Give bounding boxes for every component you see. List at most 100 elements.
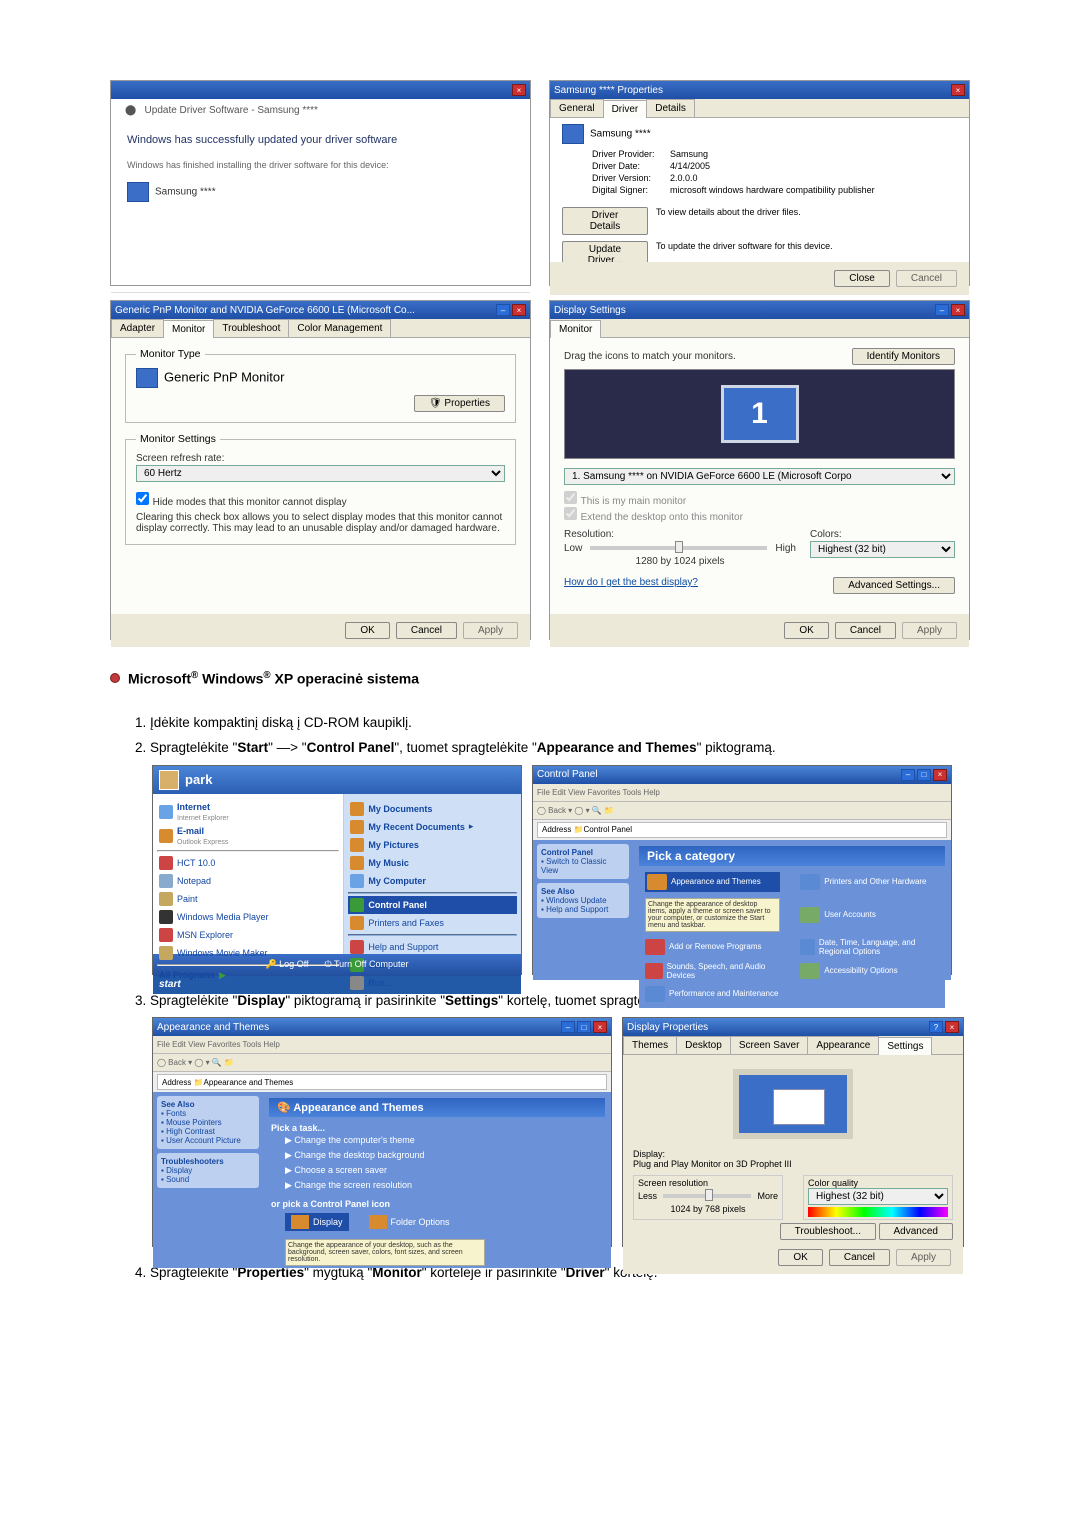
cat-printers[interactable]: Printers and Other Hardware <box>800 872 935 892</box>
cat-sounds[interactable]: Sounds, Speech, and Audio Devices <box>645 962 780 980</box>
driver-details-button[interactable]: Driver Details <box>562 207 648 235</box>
start-item[interactable]: My Documents <box>348 800 517 818</box>
cancel-button[interactable]: Cancel <box>896 270 957 287</box>
tab-details[interactable]: Details <box>646 99 695 117</box>
tab-settings[interactable]: Settings <box>878 1037 932 1055</box>
cancel-button[interactable]: Cancel <box>835 622 896 639</box>
cat-access[interactable]: Accessibility Options <box>800 962 935 980</box>
colors-select[interactable]: Highest (32 bit) <box>810 541 955 558</box>
start-button[interactable]: start <box>159 979 181 990</box>
start-item[interactable]: Windows Media Player <box>157 908 339 926</box>
ok-button[interactable]: OK <box>784 622 828 639</box>
start-item[interactable]: MSN Explorer <box>157 926 339 944</box>
close-button[interactable]: Close <box>834 270 890 287</box>
monitor-icon[interactable]: 1 <box>721 385 799 443</box>
side-link[interactable]: Mouse Pointers <box>166 1118 222 1127</box>
update-driver-button[interactable]: Update Driver... <box>562 241 648 262</box>
help-icon[interactable]: ? <box>929 1021 943 1033</box>
cancel-button[interactable]: Cancel <box>829 1249 890 1266</box>
advanced-button[interactable]: Advanced <box>879 1223 953 1240</box>
close-icon[interactable]: × <box>945 1021 959 1033</box>
start-item[interactable]: Notepad <box>157 872 339 890</box>
tab-color-mgmt[interactable]: Color Management <box>288 319 391 337</box>
toolbar[interactable]: ◯ Back ▾ ◯ ▾ 🔍 📁 <box>533 802 951 820</box>
start-item[interactable]: Printers and Faxes <box>348 914 517 932</box>
tab-desktop[interactable]: Desktop <box>676 1036 731 1054</box>
hide-modes-checkbox[interactable] <box>136 492 149 505</box>
cp-icon-display[interactable]: Display <box>285 1213 349 1231</box>
task-link[interactable]: ▶ Change the computer's theme <box>271 1133 603 1148</box>
side-link[interactable]: Display <box>166 1166 192 1175</box>
apply-button[interactable]: Apply <box>896 1249 951 1266</box>
display-select[interactable]: 1. Samsung **** on NVIDIA GeForce 6600 L… <box>564 468 955 485</box>
tab-screensaver[interactable]: Screen Saver <box>730 1036 809 1054</box>
side-link[interactable]: Sound <box>166 1175 189 1184</box>
cat-perf[interactable]: Performance and Maintenance <box>645 986 780 1002</box>
apply-button[interactable]: Apply <box>902 622 957 639</box>
task-link[interactable]: ▶ Change the screen resolution <box>271 1178 603 1193</box>
tab-monitor[interactable]: Monitor <box>550 320 601 338</box>
menu-bar[interactable]: File Edit View Favorites Tools Help <box>153 1036 611 1054</box>
help-support[interactable]: Help and Support <box>546 905 608 914</box>
minimize-icon[interactable]: – <box>496 304 510 316</box>
start-item[interactable]: My Computer <box>348 872 517 890</box>
switch-view[interactable]: Switch to Classic View <box>541 857 607 875</box>
task-link[interactable]: ▶ Choose a screen saver <box>271 1163 603 1178</box>
all-programs[interactable]: All Programs ▶ <box>157 968 339 983</box>
close-icon[interactable]: × <box>593 1021 607 1033</box>
ok-button[interactable]: OK <box>778 1249 822 1266</box>
start-item[interactable]: My Recent Documents ▸ <box>348 818 517 836</box>
side-link[interactable]: High Contrast <box>166 1127 215 1136</box>
monitor-canvas[interactable]: 1 <box>564 369 955 459</box>
side-link[interactable]: User Account Picture <box>166 1136 241 1145</box>
troubleshoot-button[interactable]: Troubleshoot... <box>780 1223 876 1240</box>
start-item[interactable]: Windows Movie Maker <box>157 944 339 962</box>
windows-update[interactable]: Windows Update <box>546 896 606 905</box>
start-item[interactable]: HCT 10.0 <box>157 854 339 872</box>
properties-button[interactable]: 🛡 Properties <box>414 395 505 412</box>
side-link[interactable]: Fonts <box>166 1109 186 1118</box>
task-link[interactable]: ▶ Change the desktop background <box>271 1148 603 1163</box>
start-item[interactable]: Run... <box>348 974 517 992</box>
address-bar[interactable]: Address 📁 Appearance and Themes <box>157 1074 607 1090</box>
close-icon[interactable]: × <box>951 84 965 96</box>
minimize-icon[interactable]: – <box>901 769 915 781</box>
minimize-icon[interactable]: – <box>935 304 949 316</box>
tab-general[interactable]: General <box>550 99 604 117</box>
close-icon[interactable]: × <box>512 84 526 96</box>
tab-adapter[interactable]: Adapter <box>111 319 164 337</box>
ok-button[interactable]: OK <box>345 622 389 639</box>
close-icon[interactable]: × <box>951 304 965 316</box>
cat-appearance[interactable]: Appearance and Themes <box>645 872 780 892</box>
help-link[interactable]: How do I get the best display? <box>564 577 698 594</box>
tab-monitor[interactable]: Monitor <box>163 320 214 338</box>
resolution-slider[interactable] <box>663 1194 751 1198</box>
toolbar[interactable]: ◯ Back ▾ ◯ ▾ 🔍 📁 <box>153 1054 611 1072</box>
identify-button[interactable]: Identify Monitors <box>852 348 955 365</box>
tab-themes[interactable]: Themes <box>623 1036 677 1054</box>
close-icon[interactable]: × <box>933 769 947 781</box>
start-item[interactable]: E-mailOutlook Express <box>157 824 339 848</box>
start-item-control-panel[interactable]: Control Panel <box>348 896 517 914</box>
logoff[interactable]: 🔑 Log Off <box>265 959 308 970</box>
close-icon[interactable]: × <box>512 304 526 316</box>
start-item[interactable]: My Pictures <box>348 836 517 854</box>
start-item[interactable]: Paint <box>157 890 339 908</box>
advanced-button[interactable]: Advanced Settings... <box>833 577 955 594</box>
minimize-icon[interactable]: – <box>561 1021 575 1033</box>
start-item[interactable]: My Music <box>348 854 517 872</box>
start-item[interactable]: Help and Support <box>348 938 517 956</box>
cancel-button[interactable]: Cancel <box>396 622 457 639</box>
cp-icon-folder[interactable]: Folder Options <box>369 1213 450 1231</box>
resolution-slider[interactable] <box>590 546 767 550</box>
maximize-icon[interactable]: □ <box>577 1021 591 1033</box>
apply-button[interactable]: Apply <box>463 622 518 639</box>
tab-troubleshoot[interactable]: Troubleshoot <box>213 319 289 337</box>
cat-addremove[interactable]: Add or Remove Programs <box>645 938 780 956</box>
turnoff[interactable]: ⏻ Turn Off Computer <box>325 959 409 970</box>
cat-date[interactable]: Date, Time, Language, and Regional Optio… <box>800 938 935 956</box>
tab-appearance[interactable]: Appearance <box>807 1036 879 1054</box>
menu-bar[interactable]: File Edit View Favorites Tools Help <box>533 784 951 802</box>
tab-driver[interactable]: Driver <box>603 100 648 118</box>
maximize-icon[interactable]: □ <box>917 769 931 781</box>
